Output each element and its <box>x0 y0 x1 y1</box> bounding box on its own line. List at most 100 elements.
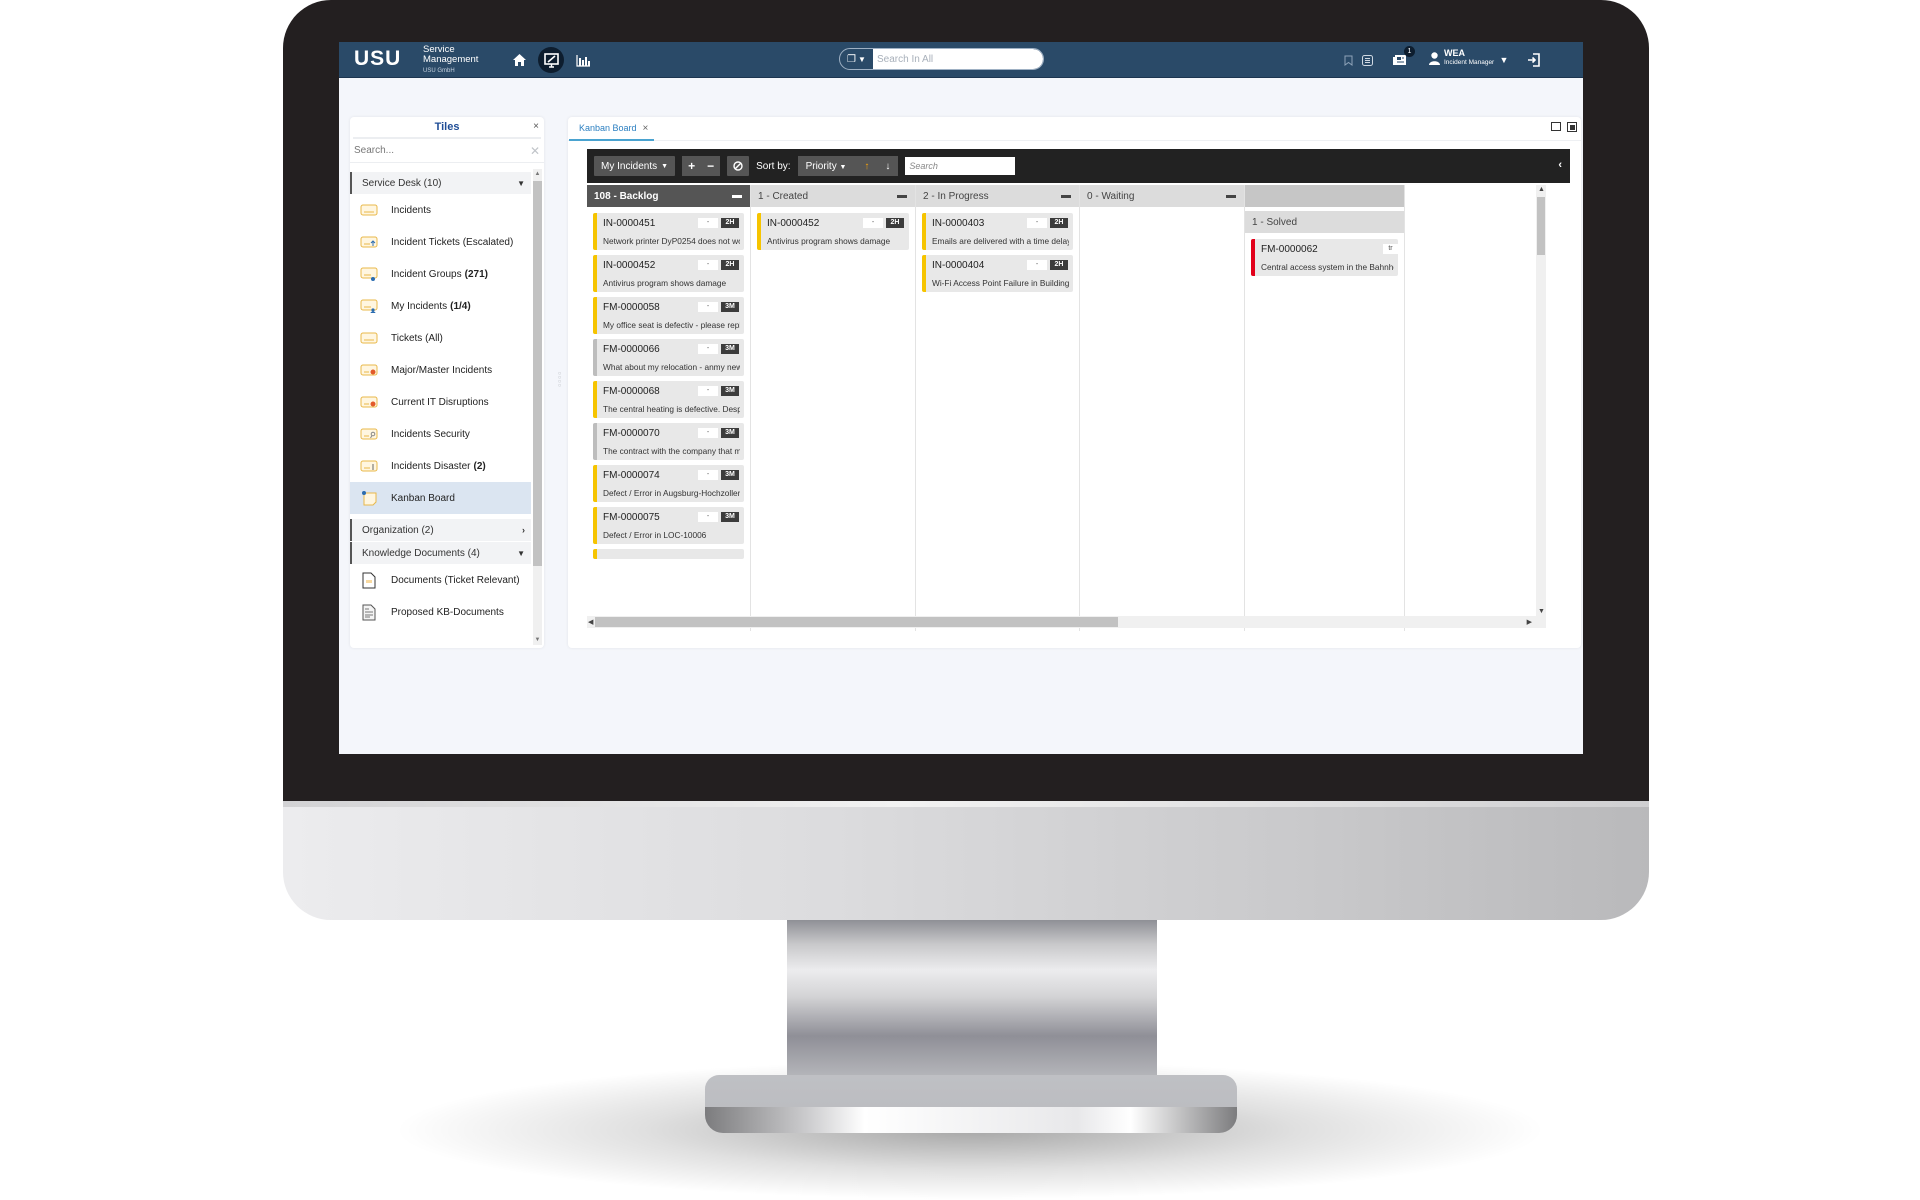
home-icon[interactable] <box>509 50 529 70</box>
scrollbar-thumb[interactable] <box>533 181 542 566</box>
card-flag: - <box>698 302 718 312</box>
usu-logo[interactable]: USU <box>354 47 401 71</box>
scrollbar-thumb[interactable] <box>595 617 1118 627</box>
tile-my-incidents[interactable]: My Incidents (1/4) <box>350 290 531 322</box>
ticket-summary: Antivirus program shows damage <box>603 278 727 288</box>
ticket-id: FM-0000075 <box>603 512 660 523</box>
collapse-column-icon[interactable] <box>1061 194 1071 198</box>
tile-incident-tickets-escalated[interactable]: Incident Tickets (Escalated) <box>350 226 531 258</box>
priority-badge: 2H <box>721 260 739 270</box>
filter-dropdown[interactable]: My Incidents ▼ <box>594 156 676 176</box>
tile-count: (1/4) <box>450 300 471 312</box>
scroll-left-arrow-icon[interactable]: ◀ <box>588 618 593 626</box>
chevron-down-icon: ▼ <box>839 163 847 171</box>
group-knowledge-documents[interactable]: Knowledge Documents (4) ▼ <box>350 542 531 564</box>
notification-badge: 1 <box>1404 46 1415 57</box>
collapse-toolbar-icon[interactable]: ‹ <box>1558 159 1562 171</box>
tile-label: My Incidents <box>391 300 448 312</box>
ticket-summary: The central heating is defective. Despit… <box>603 404 740 414</box>
kanban-card[interactable]: FM-0000062 tr Central access system in the… <box>1251 239 1398 276</box>
kanban-card[interactable]: IN-0000403 -2H Emails are delivered with a… <box>922 213 1073 250</box>
board-horizontal-scrollbar[interactable]: ◀ ▶ <box>587 616 1546 628</box>
board-search-input[interactable] <box>905 157 1016 175</box>
ticket-id: IN-0000452 <box>767 218 820 229</box>
sort-dropdown[interactable]: Priority ▼ <box>806 161 847 172</box>
card-flag: - <box>863 218 883 228</box>
list-icon[interactable] <box>1357 50 1377 70</box>
sort-descending-icon[interactable]: ↓ <box>885 161 890 172</box>
no-filter-icon <box>733 161 743 171</box>
bookmark-icon[interactable] <box>1338 50 1358 70</box>
settings-button[interactable] <box>727 156 750 176</box>
tile-documents-ticket-relevant[interactable]: Documents (Ticket Relevant) <box>350 564 531 596</box>
card-flag: - <box>698 218 718 228</box>
scrollbar-thumb[interactable] <box>1537 197 1545 255</box>
scroll-up-arrow-icon[interactable]: ▲ <box>533 169 542 179</box>
major-incident-icon <box>359 363 379 377</box>
workspace-icon[interactable] <box>538 47 564 73</box>
plus-icon[interactable]: + <box>688 159 695 173</box>
tile-incidents-disaster[interactable]: Incidents Disaster (2) <box>350 450 531 482</box>
group-organization[interactable]: Organization (2) › <box>350 519 531 541</box>
clear-search-icon[interactable]: ✕ <box>526 144 544 158</box>
ticket-summary: Network printer DyP0254 does not work... <box>603 236 740 246</box>
tiles-search-input[interactable] <box>350 145 526 156</box>
kanban-card[interactable]: FM-0000070 -3M The contract with the compa… <box>593 423 744 460</box>
tile-proposed-kb-documents[interactable]: Proposed KB-Documents <box>350 596 531 628</box>
close-icon[interactable]: × <box>533 121 539 132</box>
collapse-column-icon[interactable] <box>732 194 742 198</box>
tile-incident-groups[interactable]: Incident Groups (271) <box>350 258 531 290</box>
scroll-right-arrow-icon[interactable]: ▶ <box>1527 618 1532 626</box>
tiles-scrollbar[interactable]: ▲ ▼ <box>533 169 542 645</box>
tab-kanban-board[interactable]: Kanban Board × <box>569 117 654 141</box>
scroll-up-arrow-icon[interactable]: ▲ <box>1538 186 1545 193</box>
tile-label: Incident Tickets (Escalated) <box>391 236 514 248</box>
ticket-id: FM-0000058 <box>603 302 660 313</box>
board-vertical-scrollbar[interactable]: ▲ ▼ <box>1536 185 1546 616</box>
monitor-mockup: USU Service Management USU GmbH ❐ ▼ Sear… <box>0 0 1920 1200</box>
priority-badge: 3M <box>721 512 739 522</box>
tile-incidents[interactable]: Incidents <box>350 194 531 226</box>
ticket-summary: My office seat is defectiv - please repl… <box>603 320 740 330</box>
group-service-desk[interactable]: Service Desk (10) ▼ <box>350 172 531 194</box>
group-label: Organization (2) <box>362 524 434 536</box>
kanban-card[interactable]: FM-0000075 -3M Defect / Error in LOC-10006 <box>593 507 744 544</box>
scroll-down-arrow-icon[interactable]: ▼ <box>533 635 542 645</box>
global-search-input[interactable] <box>873 49 1043 69</box>
tile-kanban-board[interactable]: Kanban Board <box>350 482 531 514</box>
search-scope-dropdown[interactable]: ❐ ▼ <box>840 49 873 69</box>
kanban-card[interactable]: IN-0000404 -2H Wi-Fi Access Point Failure … <box>922 255 1073 292</box>
maximize-icon[interactable] <box>1551 122 1561 131</box>
kanban-card[interactable]: FM-0000068 -3M The central heating is defe… <box>593 381 744 418</box>
kanban-card[interactable]: FM-0000066 -3M What about my relocation - … <box>593 339 744 376</box>
close-tab-icon[interactable]: × <box>643 123 649 134</box>
kanban-card[interactable]: IN-0000452 -2H Antivirus program shows dam… <box>593 255 744 292</box>
kanban-card[interactable]: IN-0000452 -2H Antivirus program shows dam… <box>757 213 909 250</box>
reports-icon[interactable] <box>573 50 593 70</box>
user-menu[interactable]: WEA Incident Manager <box>1429 49 1494 67</box>
column-header[interactable]: 1 - Solved <box>1245 211 1404 233</box>
sort-ascending-icon[interactable]: ↑ <box>864 161 869 172</box>
ticket-id: FM-0000068 <box>603 386 660 397</box>
ticket-summary: Emails are delivered with a time delay <box>932 236 1069 246</box>
tile-current-it-disruptions[interactable]: Current IT Disruptions <box>350 386 531 418</box>
user-menu-chevron-icon[interactable]: ▼ <box>1494 50 1514 70</box>
popout-icon[interactable] <box>1567 122 1577 132</box>
card-flag: - <box>698 470 718 480</box>
kanban-card[interactable]: FM-0000058 -3M My office seat is defectiv … <box>593 297 744 334</box>
collapse-column-icon[interactable] <box>1226 194 1236 198</box>
logout-icon[interactable] <box>1523 50 1543 70</box>
collapse-column-icon[interactable] <box>897 194 907 198</box>
minus-icon[interactable]: − <box>707 159 714 173</box>
chevron-right-icon: › <box>522 525 525 535</box>
tile-tickets-all[interactable]: Tickets (All) <box>350 322 531 354</box>
kanban-card[interactable]: FM-0000074 -3M Defect / Error in Augsburg-… <box>593 465 744 502</box>
column-title: 1 - Created <box>758 190 809 202</box>
tile-major-master-incidents[interactable]: Major/Master Incidents <box>350 354 531 386</box>
kanban-card[interactable]: IN-0000451 -2H Network printer DyP0254 doe… <box>593 213 744 250</box>
scroll-down-arrow-icon[interactable]: ▼ <box>1538 608 1545 615</box>
kanban-card-partial[interactable] <box>593 549 744 559</box>
panel-resize-handle[interactable]: ○ ○ ○ ○ <box>557 371 562 390</box>
column-title: 1 - Solved <box>1252 216 1298 228</box>
tile-incidents-security[interactable]: Incidents Security <box>350 418 531 450</box>
